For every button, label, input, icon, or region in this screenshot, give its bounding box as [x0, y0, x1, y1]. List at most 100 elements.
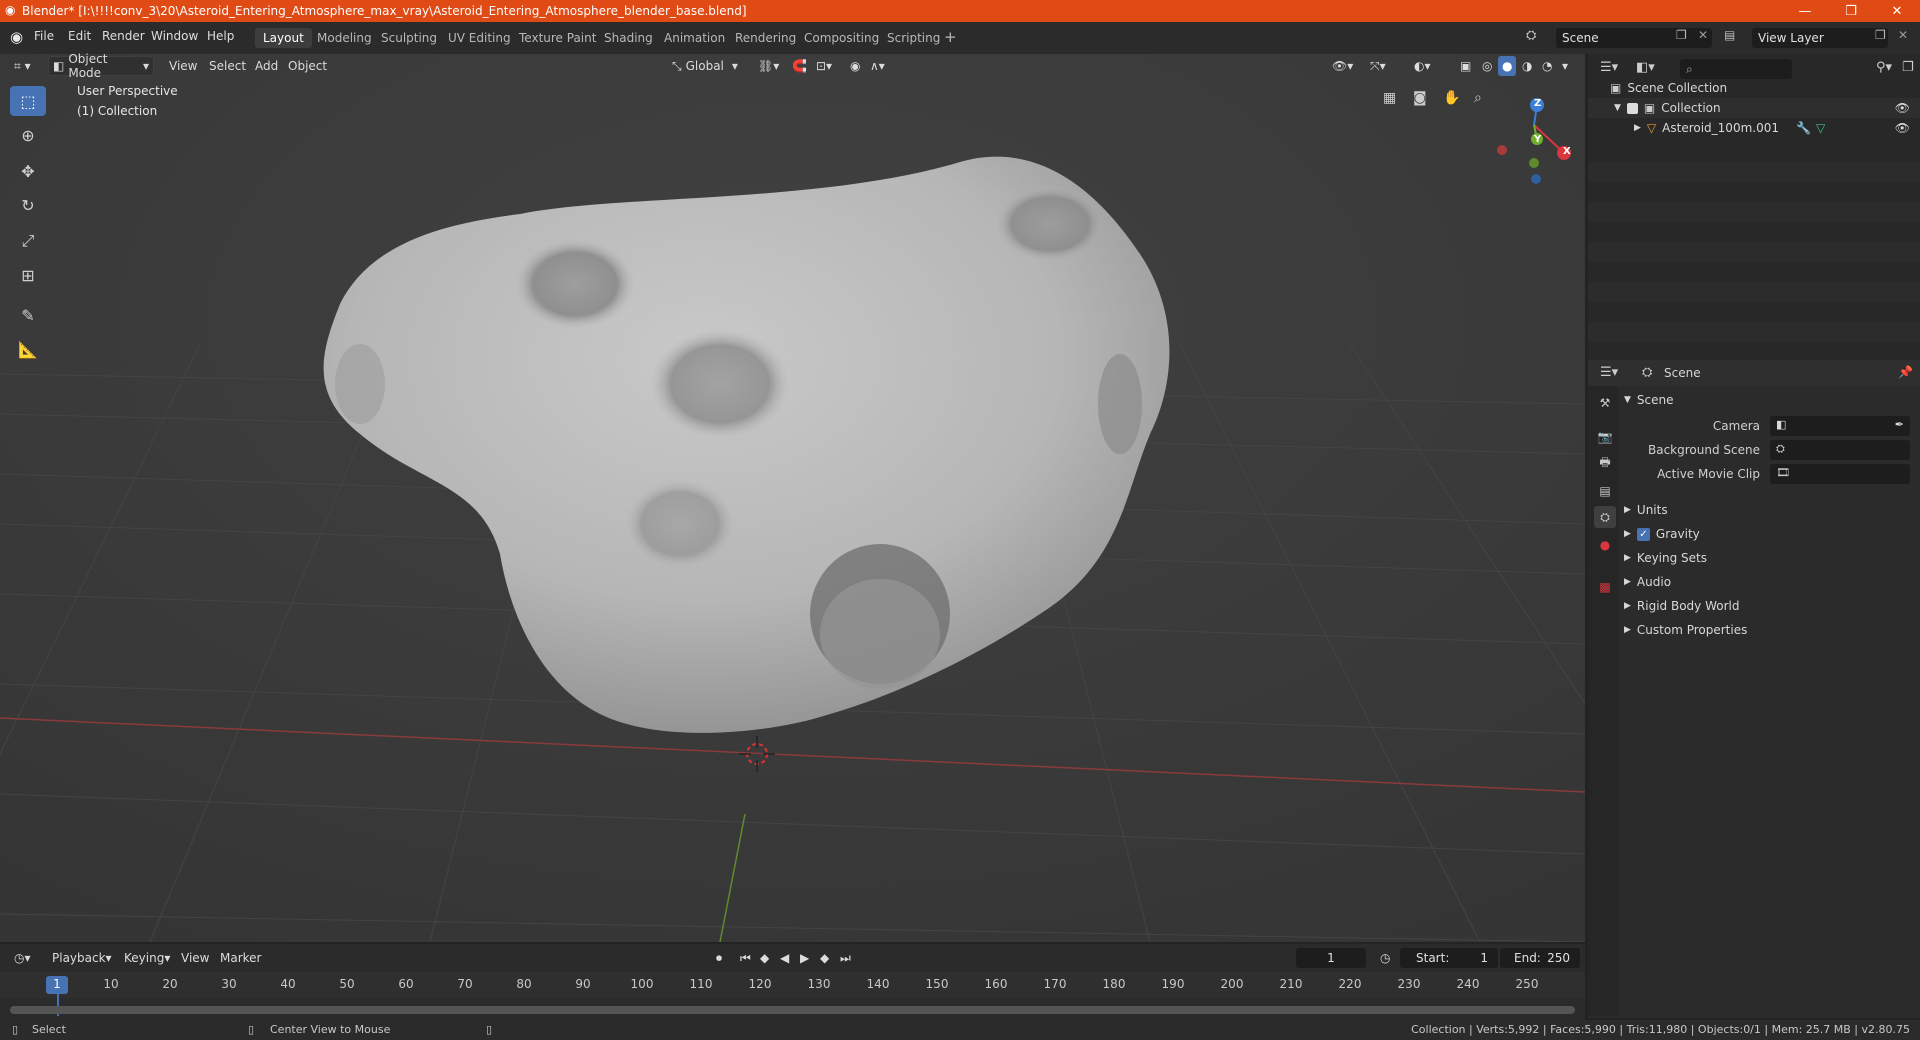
minimize-button[interactable]: — — [1782, 0, 1828, 22]
expand-icon[interactable]: ▶ — [1624, 553, 1631, 563]
remove-scene-icon[interactable]: ✕ — [1698, 28, 1708, 42]
camera-field[interactable]: ◧ ✒ — [1770, 416, 1910, 436]
mesh-data-icon[interactable]: ▽ — [1816, 121, 1825, 135]
cursor-tool-icon[interactable]: ⊕ — [10, 120, 46, 150]
jump-end-icon[interactable]: ⏭ — [836, 948, 855, 968]
maximize-button[interactable]: ❐ — [1828, 0, 1874, 22]
camera-view-icon[interactable]: ◙ — [1413, 90, 1427, 106]
menu-object[interactable]: Object — [284, 56, 331, 76]
outliner-object-row[interactable]: ▶ ▽ Asteroid_100m.001 🔧 ▽ 👁 — [1588, 118, 1920, 138]
blender-menu-icon[interactable]: ◉ — [10, 28, 23, 46]
collection-checkbox-icon[interactable] — [1626, 102, 1638, 114]
collapse-icon[interactable]: ▼ — [1624, 395, 1631, 405]
tab-rendering[interactable]: Rendering — [727, 28, 804, 48]
view-layer-tab-icon[interactable]: ▤ — [1594, 480, 1616, 502]
annotate-tool-icon[interactable]: ✎ — [10, 300, 46, 330]
transform-tool-icon[interactable]: ⊞ — [10, 260, 46, 290]
menu-help[interactable]: Help — [207, 29, 234, 43]
zoom-icon[interactable]: ⌕ — [1474, 90, 1482, 106]
scene-icon[interactable]: ⛭ — [1526, 28, 1536, 43]
menu-playback[interactable]: Playback ▾ — [48, 948, 116, 968]
properties-editor-type-icon[interactable]: ☰▾ — [1600, 365, 1618, 380]
menu-file[interactable]: File — [34, 29, 54, 43]
current-frame-field[interactable]: 1 — [1296, 948, 1366, 968]
shading-options-icon[interactable]: ▾ — [1558, 56, 1572, 76]
world-tab-icon[interactable]: ● — [1594, 534, 1616, 556]
keying-sets-panel[interactable]: ▶ Keying Sets — [1620, 546, 1920, 570]
gizmo-toggle-icon[interactable]: ⤧▾ — [1366, 56, 1390, 76]
tab-animation[interactable]: Animation — [656, 28, 733, 48]
transform-orientation-dropdown[interactable]: ⤡ Global ▾ — [668, 56, 742, 76]
end-frame-field[interactable]: End: 250 — [1500, 948, 1580, 968]
tab-scripting[interactable]: Scripting — [879, 28, 948, 48]
material-shading-icon[interactable]: ◑ — [1518, 56, 1536, 76]
gravity-checkbox[interactable]: ✓ — [1636, 527, 1650, 541]
solid-shading-icon[interactable]: ● — [1498, 56, 1517, 76]
expand-icon[interactable]: ▶ — [1624, 505, 1631, 515]
tool-tab-icon[interactable]: ⚒ — [1594, 392, 1616, 414]
eye-icon[interactable]: 👁 — [1895, 121, 1910, 135]
active-movie-clip-field[interactable]: 🎞 — [1770, 464, 1910, 484]
frame-ruler[interactable]: 1 10 20 30 40 50 60 70 80 90 100 110 120… — [0, 972, 1585, 1016]
close-button[interactable]: ✕ — [1874, 0, 1920, 22]
texture-tab-icon[interactable]: ▩ — [1594, 576, 1616, 598]
pivot-icon[interactable]: ⛓▾ — [754, 56, 783, 76]
outliner-collection-row[interactable]: ▼ ▣ Collection 👁 — [1588, 98, 1920, 118]
tab-compositing[interactable]: Compositing — [796, 28, 887, 48]
outliner-editor-type-icon[interactable]: ☰▾ — [1600, 60, 1618, 75]
expand-icon[interactable]: ▶ — [1624, 625, 1631, 635]
scene-selector[interactable]: Scene — [1556, 28, 1712, 48]
tab-shading[interactable]: Shading — [596, 28, 661, 48]
menu-view[interactable]: View — [165, 56, 201, 76]
background-scene-field[interactable]: ⛭ — [1770, 440, 1910, 460]
new-view-layer-icon[interactable]: ❐ — [1875, 28, 1886, 42]
modifier-icon[interactable]: 🔧 — [1796, 121, 1811, 135]
new-scene-icon[interactable]: ❐ — [1676, 28, 1687, 42]
new-collection-icon[interactable]: ❐ — [1902, 60, 1914, 75]
expand-icon[interactable]: ▶ — [1624, 529, 1631, 539]
record-icon[interactable]: ⏺ — [712, 948, 726, 968]
play-reverse-icon[interactable]: ◀ — [776, 948, 793, 968]
output-tab-icon[interactable]: 🖶 — [1594, 452, 1616, 474]
eye-icon[interactable]: 👁 — [1895, 101, 1910, 115]
gravity-panel[interactable]: ▶ ✓ Gravity — [1620, 522, 1920, 546]
outliner-search-input[interactable]: ⌕ — [1680, 59, 1792, 79]
snap-target-icon[interactable]: ⊡▾ — [812, 56, 836, 76]
tab-layout[interactable]: Layout — [255, 28, 312, 48]
move-tool-icon[interactable]: ✥ — [10, 156, 46, 186]
scene-tab-icon[interactable]: ⛭ — [1594, 506, 1616, 528]
proportional-edit-icon[interactable]: ◉ — [846, 56, 864, 76]
3d-viewport[interactable]: X Z Y ▦ ◙ ✋ ⌕ User Perspective (1) Colle… — [0, 54, 1585, 942]
snap-icon[interactable]: 🧲 — [788, 56, 811, 76]
measure-tool-icon[interactable]: 📐 — [10, 334, 46, 364]
render-tab-icon[interactable]: 📷 — [1594, 426, 1616, 448]
menu-marker[interactable]: Marker — [216, 948, 265, 968]
next-keyframe-icon[interactable]: ◆ — [816, 948, 833, 968]
prev-keyframe-icon[interactable]: ◆ — [756, 948, 773, 968]
object-mode-dropdown[interactable]: ◧ Object Mode ▾ — [48, 52, 154, 80]
view-layer-icon[interactable]: ▤ — [1724, 28, 1735, 42]
menu-timeline-view[interactable]: View — [177, 948, 213, 968]
start-frame-field[interactable]: Start: 1 — [1400, 948, 1498, 968]
rotate-tool-icon[interactable]: ↻ — [10, 190, 46, 220]
tab-modeling[interactable]: Modeling — [309, 28, 380, 48]
pan-hand-icon[interactable]: ✋ — [1443, 90, 1460, 106]
add-workspace-icon[interactable]: + — [944, 28, 957, 46]
expand-icon[interactable]: ▶ — [1624, 577, 1631, 587]
menu-edit[interactable]: Edit — [68, 29, 91, 43]
remove-view-layer-icon[interactable]: ✕ — [1898, 28, 1908, 42]
tab-texture-paint[interactable]: Texture Paint — [511, 28, 604, 48]
filter-icon[interactable]: ⚲▾ — [1876, 60, 1892, 75]
rigid-body-world-panel[interactable]: ▶ Rigid Body World — [1620, 594, 1920, 618]
view-layer-selector[interactable]: View Layer — [1752, 28, 1888, 48]
pin-icon[interactable]: 📌 — [1898, 365, 1913, 379]
wireframe-shading-icon[interactable]: ◎ — [1478, 56, 1496, 76]
tab-sculpting[interactable]: Sculpting — [373, 28, 445, 48]
scale-tool-icon[interactable]: ⤢ — [10, 226, 46, 256]
menu-add[interactable]: Add — [251, 56, 282, 76]
xray-icon[interactable]: ▣ — [1456, 56, 1475, 76]
editor-type-icon[interactable]: ⌗ ▾ — [10, 56, 35, 76]
select-box-tool-icon[interactable]: ⬚ — [10, 86, 46, 116]
timeline-scrollbar[interactable] — [10, 1006, 1575, 1014]
play-icon[interactable]: ▶ — [796, 948, 813, 968]
